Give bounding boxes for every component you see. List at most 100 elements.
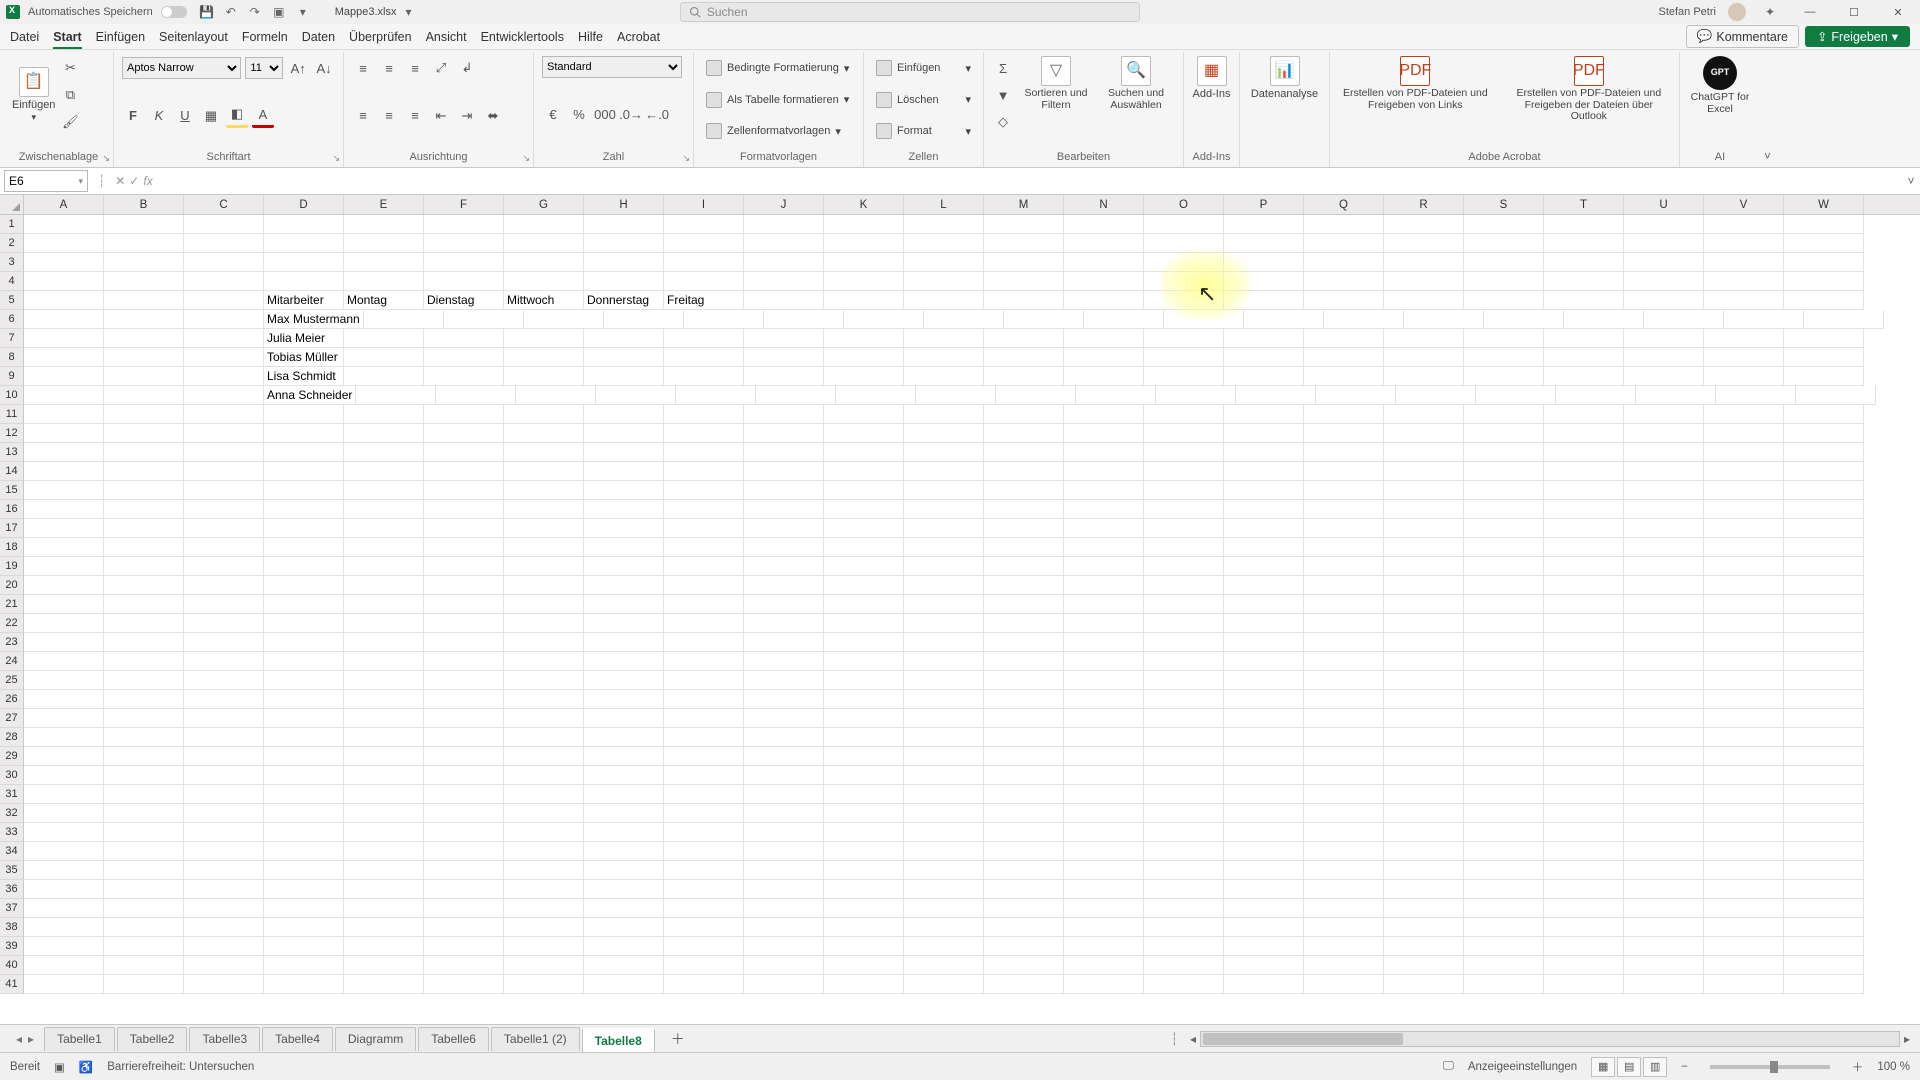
cell[interactable] [344,614,424,633]
cell[interactable] [1384,595,1464,614]
cell[interactable] [584,215,664,234]
cell[interactable] [904,633,984,652]
cell[interactable] [1704,937,1784,956]
cell[interactable] [584,614,664,633]
cell[interactable] [24,557,104,576]
cell[interactable] [184,804,264,823]
cell[interactable] [424,785,504,804]
cell[interactable] [1464,405,1544,424]
cell[interactable] [584,690,664,709]
column-header-T[interactable]: T [1544,195,1624,214]
cell[interactable]: Anna Schneider [264,386,356,405]
cell[interactable] [744,291,824,310]
cell[interactable] [184,975,264,994]
cell[interactable] [1064,424,1144,443]
chatgpt-button[interactable]: GPT ChatGPT for Excel [1688,56,1752,115]
cell[interactable] [1724,310,1804,329]
cell[interactable] [584,272,664,291]
row-header[interactable]: 5 [0,291,24,310]
cell[interactable] [24,728,104,747]
tab-seitenlayout[interactable]: Seitenlayout [159,30,228,44]
display-settings-label[interactable]: Anzeigeeinstellungen [1468,1061,1577,1073]
column-header-F[interactable]: F [424,195,504,214]
cell[interactable] [904,253,984,272]
cell[interactable] [1704,367,1784,386]
cell[interactable] [1064,823,1144,842]
cell[interactable] [1464,766,1544,785]
cell[interactable] [1384,785,1464,804]
cell[interactable] [504,880,584,899]
cell[interactable] [664,481,744,500]
cell[interactable] [1704,918,1784,937]
cell[interactable] [24,234,104,253]
cell[interactable] [824,367,904,386]
cell[interactable] [1224,937,1304,956]
cell[interactable] [1224,557,1304,576]
cell[interactable] [1624,538,1704,557]
cell[interactable] [824,462,904,481]
cell[interactable] [424,918,504,937]
cell[interactable] [1144,652,1224,671]
hscroll-right-icon[interactable]: ▸ [1900,1032,1914,1046]
cell[interactable] [584,861,664,880]
cell[interactable] [984,500,1064,519]
cell[interactable] [364,310,444,329]
cell[interactable] [104,899,184,918]
redo-icon[interactable]: ↷ [247,4,263,20]
cell[interactable]: Tobias Müller [264,348,344,367]
cell[interactable] [1624,823,1704,842]
cell[interactable] [1224,234,1304,253]
cell[interactable] [104,576,184,595]
cell[interactable] [184,842,264,861]
cell[interactable] [104,424,184,443]
sort-filter-button[interactable]: ▽ Sortieren und Filtern [1018,56,1094,111]
cell[interactable] [1704,728,1784,747]
cell[interactable] [1064,272,1144,291]
cell[interactable] [584,842,664,861]
cell[interactable] [1544,405,1624,424]
cell[interactable] [1544,272,1624,291]
cell[interactable] [744,785,824,804]
cell[interactable] [1144,633,1224,652]
row-header[interactable]: 18 [0,538,24,557]
cell[interactable] [104,462,184,481]
cell[interactable] [1304,595,1384,614]
cell[interactable] [344,728,424,747]
cell[interactable] [1784,557,1864,576]
cell[interactable] [1464,272,1544,291]
cell[interactable] [984,253,1064,272]
cell[interactable] [1144,367,1224,386]
cell[interactable] [1304,918,1384,937]
cell[interactable] [1224,899,1304,918]
cell[interactable] [1784,633,1864,652]
cell[interactable] [584,671,664,690]
cell[interactable] [184,595,264,614]
cell[interactable] [184,785,264,804]
cell[interactable] [1704,348,1784,367]
orientation-icon[interactable]: ⤢ [430,56,452,80]
cell[interactable] [1144,272,1224,291]
tab-einfügen[interactable]: Einfügen [96,30,145,44]
cell[interactable] [1304,614,1384,633]
cell[interactable] [1144,234,1224,253]
cell[interactable] [104,918,184,937]
cell[interactable] [1396,386,1476,405]
cell[interactable] [344,405,424,424]
cell[interactable] [184,861,264,880]
cell[interactable] [424,329,504,348]
cell[interactable] [424,519,504,538]
cell[interactable] [744,918,824,937]
cell[interactable] [744,861,824,880]
cell[interactable] [744,899,824,918]
cell[interactable] [1384,253,1464,272]
cell[interactable] [1304,519,1384,538]
cell[interactable] [1624,215,1704,234]
cell[interactable] [1784,595,1864,614]
cell[interactable] [24,918,104,937]
cell[interactable] [984,804,1064,823]
cell[interactable] [824,842,904,861]
scroll-thumb[interactable] [1203,1033,1403,1045]
cell[interactable] [344,880,424,899]
cell[interactable] [984,272,1064,291]
cell[interactable] [664,880,744,899]
